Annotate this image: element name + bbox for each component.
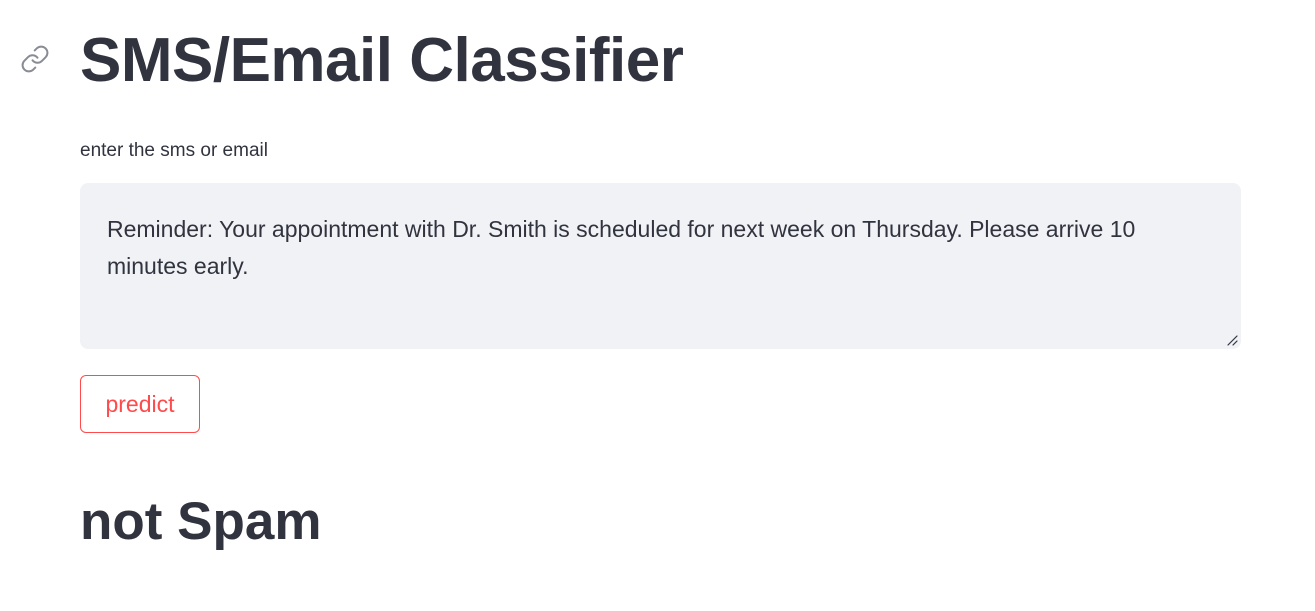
predict-button[interactable]: predict [80, 375, 200, 433]
resize-handle-icon[interactable] [1225, 333, 1239, 347]
message-input-label: enter the sms or email [80, 140, 268, 161]
message-textarea[interactable]: Reminder: Your appointment with Dr. Smit… [80, 183, 1241, 349]
page-title: SMS/Email Classifier [80, 26, 684, 95]
message-input-container: Reminder: Your appointment with Dr. Smit… [80, 183, 1241, 349]
link-icon [20, 44, 50, 79]
header-anchor-link[interactable] [18, 44, 52, 78]
prediction-result: not Spam [80, 492, 322, 551]
app-container: SMS/Email Classifier enter the sms or em… [0, 0, 1315, 611]
